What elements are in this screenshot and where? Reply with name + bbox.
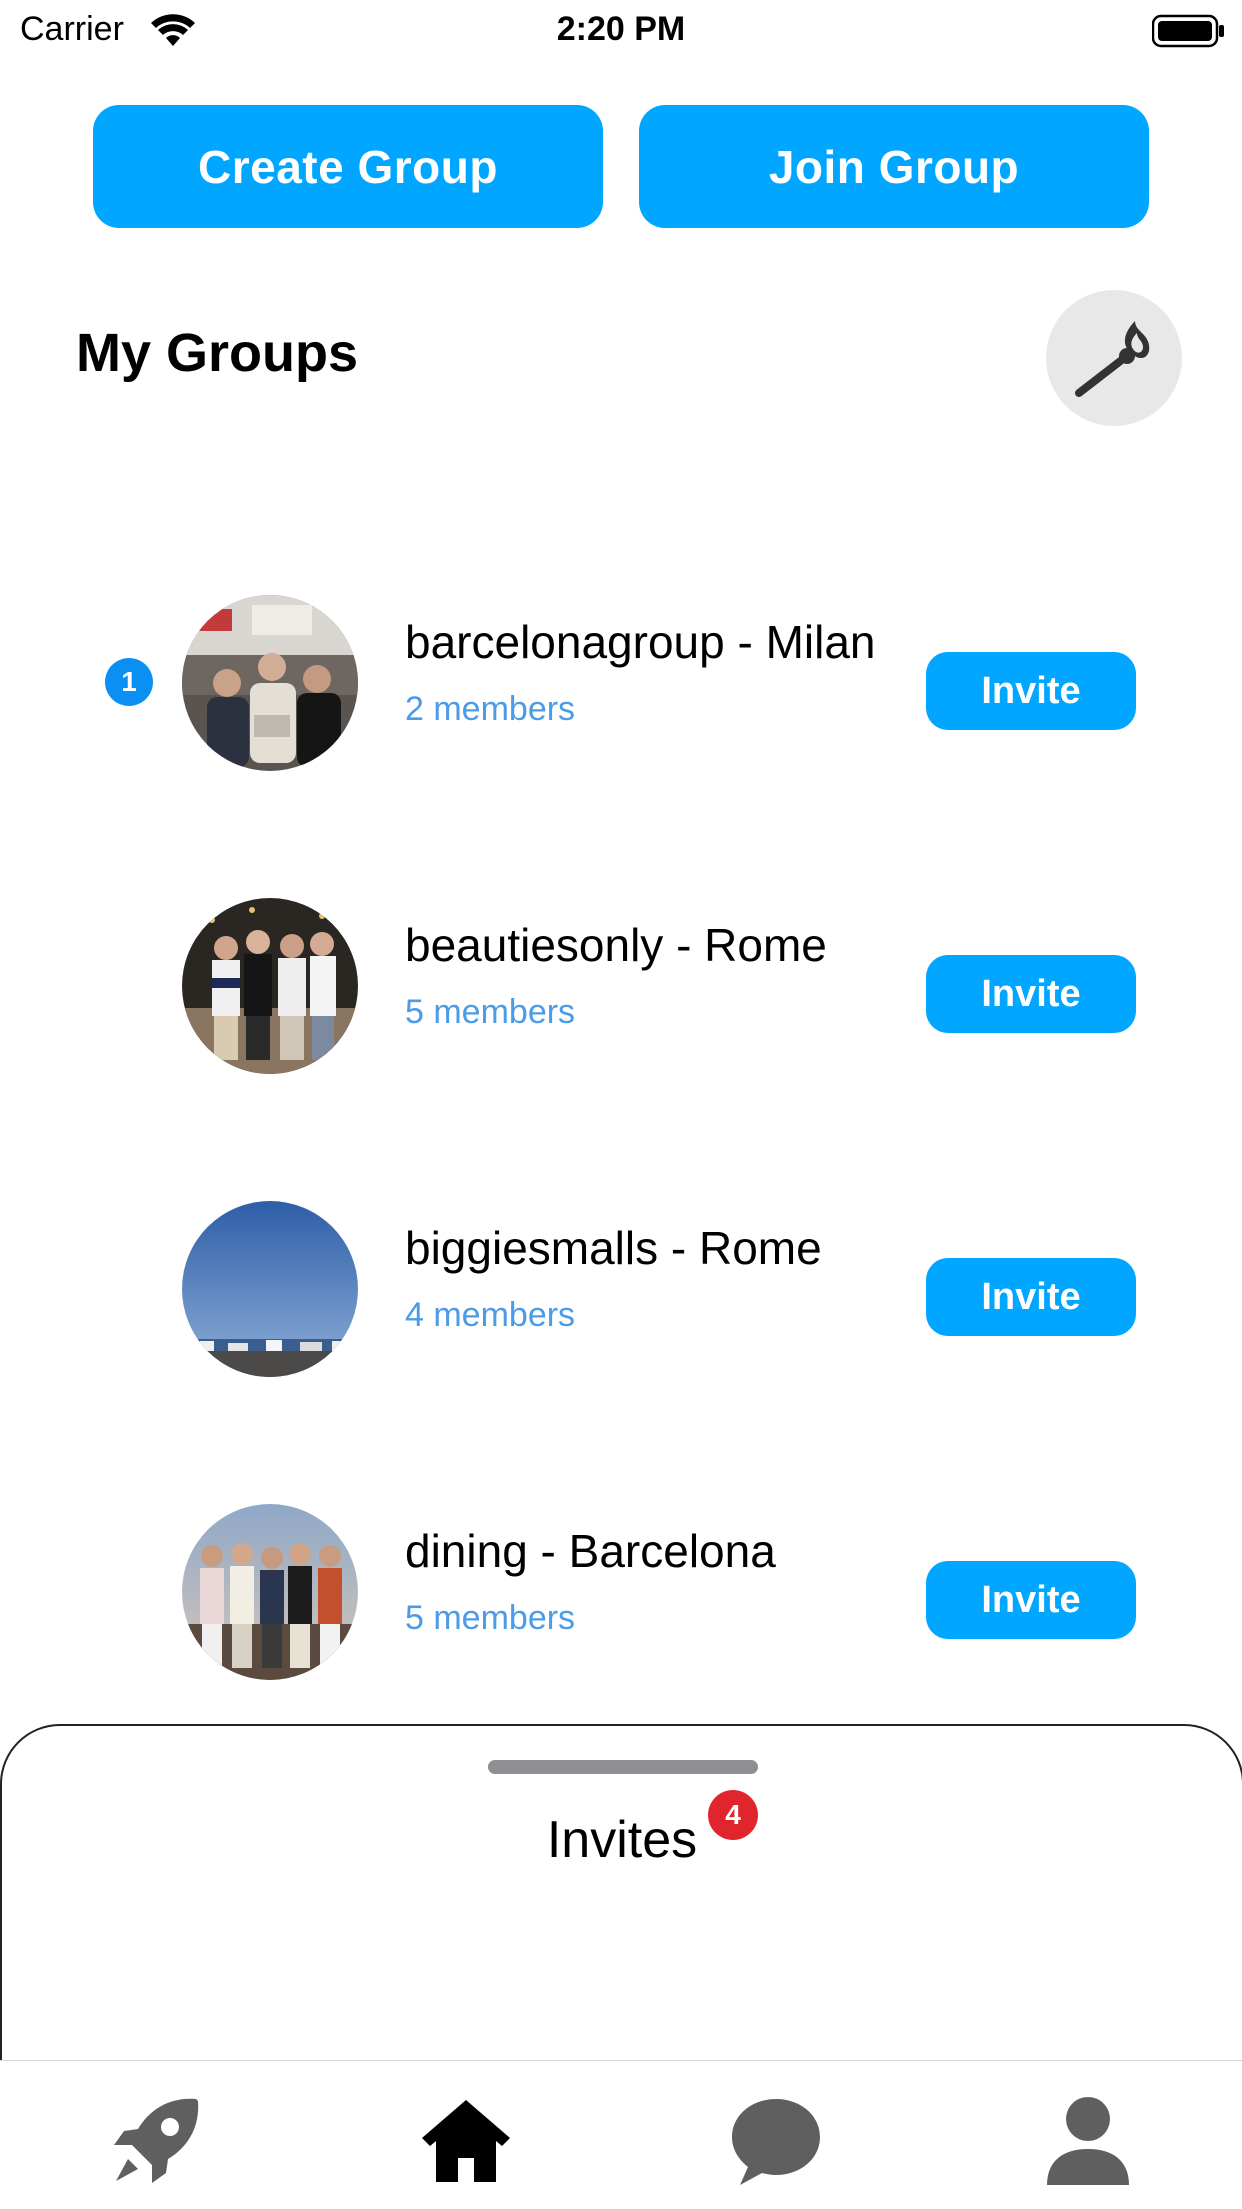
group-name: biggiesmalls - Rome (405, 1222, 822, 1274)
tab-bar (0, 2060, 1242, 2209)
home-icon (422, 2100, 510, 2182)
group-members-count: 4 members (405, 1296, 576, 1334)
group-members-count: 5 members (405, 993, 576, 1031)
status-bar: Carrier 2:20 PM (0, 0, 1242, 62)
tab-chat[interactable] (726, 2091, 826, 2191)
join-group-button[interactable]: Join Group (639, 105, 1149, 228)
group-name: barcelonagroup - Milan (405, 616, 876, 668)
tab-explore[interactable] (106, 2091, 206, 2191)
group-name: beautiesonly - Rome (405, 919, 827, 971)
group-name: dining - Barcelona (405, 1525, 776, 1577)
tab-profile[interactable] (1038, 2091, 1138, 2191)
group-members-count: 2 members (405, 690, 576, 728)
sheet-grabber-handle[interactable] (488, 1760, 758, 1774)
group-row-dining[interactable]: dining - Barcelona 5 members Invite (0, 1504, 1242, 1684)
group-avatar (182, 595, 358, 771)
group-avatar (182, 1504, 358, 1680)
chat-bubble-icon (732, 2099, 820, 2185)
unread-badge: 1 (105, 658, 153, 706)
battery-icon (1152, 14, 1224, 48)
invite-button[interactable]: Invite (926, 652, 1136, 730)
my-groups-title: My Groups (76, 323, 359, 383)
match-button[interactable] (1046, 290, 1182, 426)
invite-button[interactable]: Invite (926, 1561, 1136, 1639)
group-row-barcelonagroup[interactable]: 1 barcelonagroup - Milan 2 members Invit… (0, 595, 1242, 775)
match-flame-icon (1075, 321, 1150, 397)
invite-button[interactable]: Invite (926, 955, 1136, 1033)
group-members-count: 5 members (405, 1599, 576, 1637)
create-group-button[interactable]: Create Group (93, 105, 603, 228)
rocket-icon (114, 2098, 199, 2183)
invite-button[interactable]: Invite (926, 1258, 1136, 1336)
group-row-beautiesonly[interactable]: beautiesonly - Rome 5 members Invite (0, 898, 1242, 1078)
group-row-biggiesmalls[interactable]: biggiesmalls - Rome 4 members Invite (0, 1201, 1242, 1381)
group-avatar (182, 898, 358, 1074)
person-icon (1047, 2097, 1129, 2185)
invites-count-badge: 4 (708, 1790, 758, 1840)
group-avatar (182, 1201, 358, 1377)
invites-title: Invites (546, 1811, 698, 1869)
status-time: 2:20 PM (556, 10, 686, 48)
tab-home[interactable] (416, 2091, 516, 2191)
